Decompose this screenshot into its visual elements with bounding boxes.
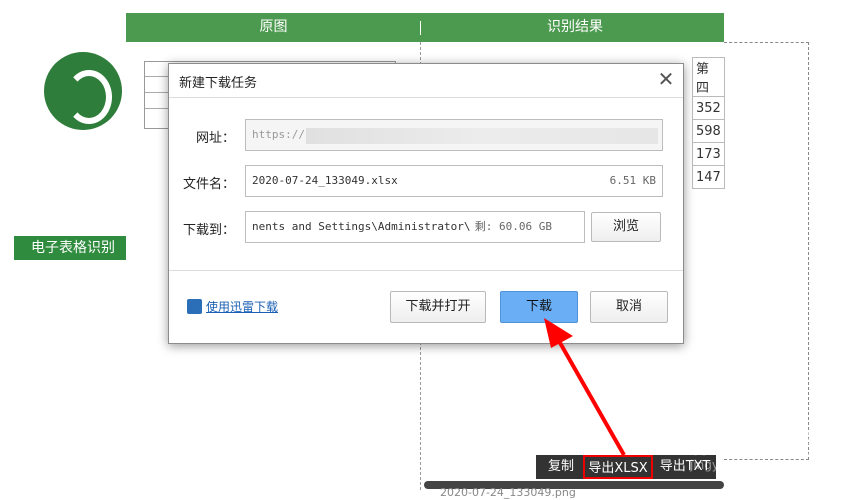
- viewer-header: 原图 识别结果: [126, 13, 724, 42]
- logo-mark-icon: [66, 70, 112, 124]
- filename-field[interactable]: 2020-07-24_133049.xlsx 6.51 KB: [245, 165, 663, 197]
- viewer-close-icon[interactable]: ✕: [728, 14, 754, 42]
- nav-item-image-text[interactable]: 图片文字提取: [14, 206, 132, 230]
- dialog-close-icon[interactable]: ✕: [655, 68, 677, 90]
- header-divider: [420, 21, 421, 35]
- cancel-button[interactable]: 取消: [590, 291, 668, 323]
- result-table: 第四 352 598 173 147: [692, 57, 725, 189]
- table-cell[interactable]: 147: [692, 165, 725, 189]
- url-value: https://: [252, 128, 305, 141]
- saveto-label: 下载到：: [182, 223, 235, 238]
- nav-item-pdf[interactable]: 扫描 PDF 转文字: [14, 266, 132, 290]
- table-cell[interactable]: 598: [692, 119, 725, 143]
- saveto-value: nents and Settings\Administrator\桌面: [252, 220, 493, 233]
- export-xlsx-button[interactable]: 导出XLSX: [583, 455, 653, 479]
- app-brand: 白描网页版: [38, 132, 119, 151]
- table-cell[interactable]: 173: [692, 142, 725, 166]
- login-link[interactable]: 登录账号: [24, 398, 134, 418]
- xunlei-download-link[interactable]: 使用迅雷下载: [206, 298, 278, 315]
- saveto-select[interactable]: nents and Settings\Administrator\桌面 剩: 6…: [245, 211, 585, 243]
- table-cell[interactable]: 352: [692, 96, 725, 120]
- dialog-title: 新建下载任务: [179, 76, 258, 91]
- image-filename: 2020-07-24_133049.png: [440, 486, 576, 499]
- browse-button[interactable]: 浏览: [591, 212, 661, 242]
- dialog-divider: [169, 97, 683, 98]
- filename-label: 文件名：: [182, 177, 235, 192]
- xunlei-icon: [187, 299, 202, 314]
- free-space: 剩: 60.06 GB: [470, 212, 552, 242]
- download-open-button[interactable]: 下载并打开: [390, 291, 486, 323]
- table-cell[interactable]: 第四: [692, 57, 725, 97]
- url-label: 网址：: [195, 131, 235, 146]
- copy-button[interactable]: 复制: [540, 455, 582, 479]
- result-scroll-frame: [724, 42, 809, 460]
- app-logo: [44, 52, 122, 130]
- filename-value: 2020-07-24_133049.xlsx: [252, 174, 398, 187]
- nav-item-spreadsheet[interactable]: 电子表格识别: [14, 236, 132, 260]
- watermark-url: jingyan.baidu.com: [690, 458, 801, 472]
- url-field[interactable]: https://: [245, 119, 663, 151]
- download-button[interactable]: 下载: [500, 291, 578, 323]
- dialog-footer-divider: [169, 270, 683, 271]
- download-dialog: 新建下载任务 ✕ 网址： https:// 文件名： 2020-07-24_13…: [168, 63, 684, 344]
- url-blurred: [306, 128, 658, 144]
- tab-original[interactable]: 原图: [126, 13, 421, 42]
- tab-result[interactable]: 识别结果: [426, 13, 724, 42]
- file-size: 6.51 KB: [609, 174, 656, 187]
